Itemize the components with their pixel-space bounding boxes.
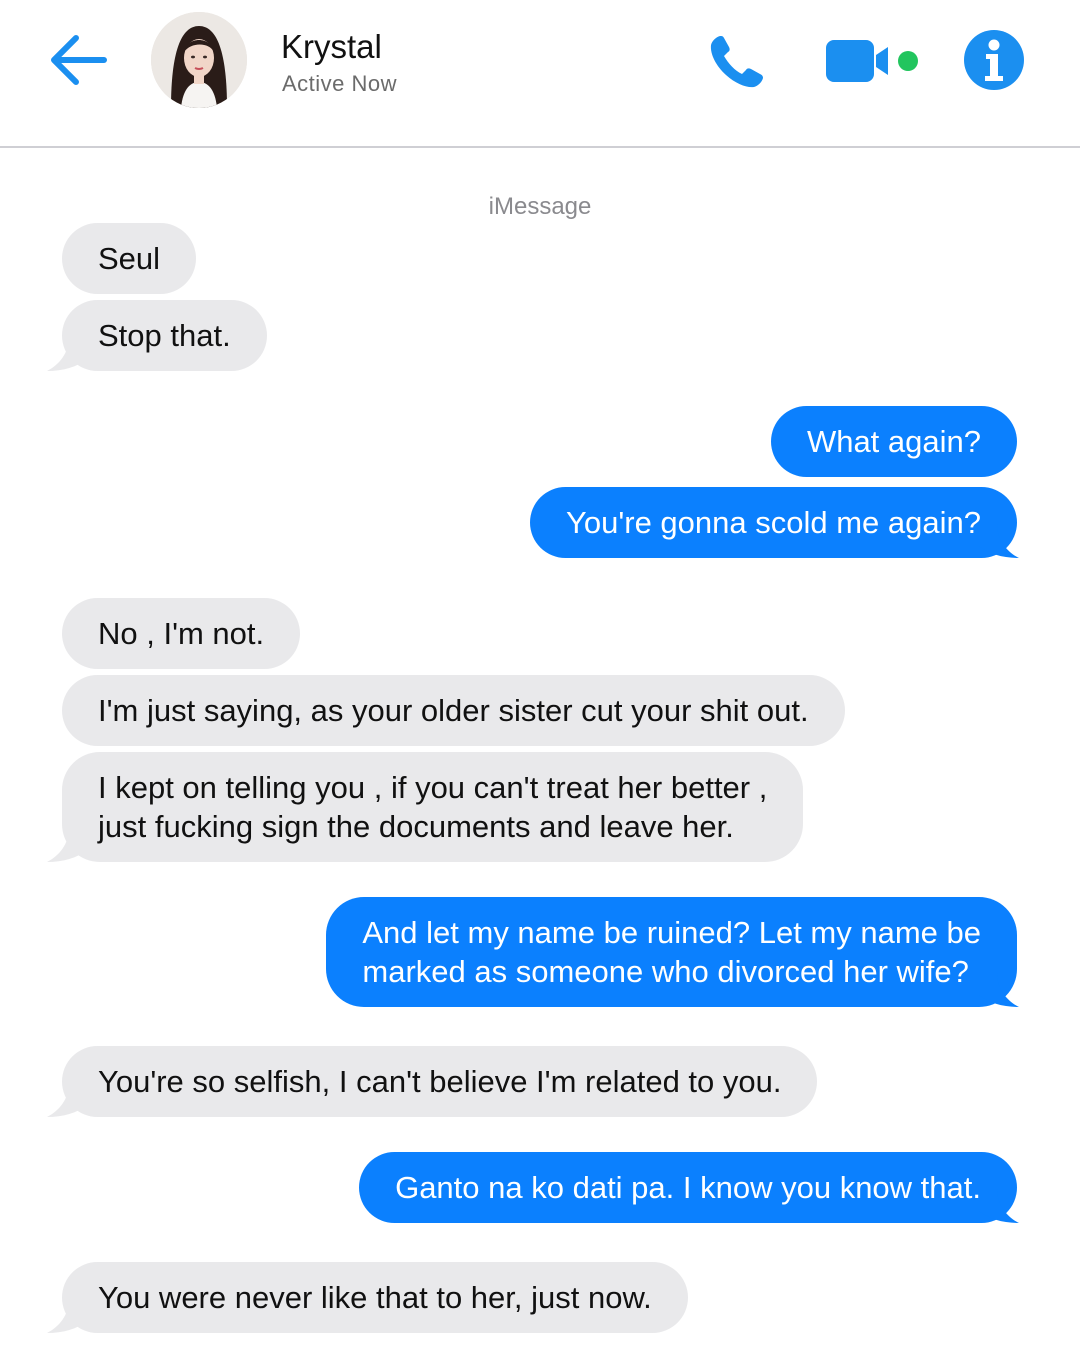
avatar-portrait — [151, 12, 247, 108]
message-text: I'm just saying, as your older sister cu… — [98, 693, 809, 728]
incoming-message-bubble[interactable]: No , I'm not. — [62, 598, 301, 669]
incoming-bubble-tail — [47, 337, 87, 371]
message-text: I kept on telling you , if you can't tre… — [98, 770, 768, 805]
incoming-bubble-tail — [47, 1083, 87, 1117]
message-text: Seul — [98, 241, 161, 276]
message-text: just fucking sign the documents and leav… — [98, 809, 734, 844]
message-text: You're so selfish, I can't believe I'm r… — [98, 1064, 782, 1099]
outgoing-bubble-tail — [979, 524, 1019, 558]
message-text: marked as someone who divorced her wife? — [362, 954, 969, 989]
outgoing-message-bubble[interactable]: What again? — [770, 406, 1017, 477]
message-text: Stop that. — [98, 318, 231, 353]
outgoing-bubble-tail — [979, 1189, 1019, 1223]
message-text: And let my name be ruined? Let my name b… — [362, 915, 981, 950]
message-text: No , I'm not. — [98, 616, 265, 651]
info-icon[interactable] — [962, 28, 1026, 92]
message-text: You're gonna scold me again? — [566, 505, 981, 540]
incoming-message-bubble[interactable]: Stop that. — [62, 300, 267, 371]
outgoing-message-bubble[interactable]: Ganto na ko dati pa. I know you know tha… — [359, 1152, 1017, 1223]
incoming-message-bubble[interactable]: I kept on telling you , if you can't tre… — [62, 752, 804, 862]
service-label: iMessage — [488, 193, 592, 220]
message-text: What again? — [806, 424, 981, 459]
outgoing-bubble-tail — [979, 973, 1019, 1007]
phone-icon[interactable] — [706, 30, 768, 92]
incoming-bubble-tail — [47, 828, 87, 862]
conversation-header: Krystal Active Now — [0, 0, 1080, 148]
incoming-message-bubble[interactable]: You were never like that to her, just no… — [62, 1262, 688, 1333]
outgoing-message-bubble[interactable]: You're gonna scold me again? — [530, 487, 1017, 558]
outgoing-message-bubble[interactable]: And let my name be ruined? Let my name b… — [326, 897, 1017, 1007]
incoming-message-bubble[interactable]: I'm just saying, as your older sister cu… — [62, 675, 845, 746]
incoming-message-bubble[interactable]: Seul — [62, 223, 197, 294]
incoming-bubble-tail — [47, 1299, 87, 1333]
message-text: Ganto na ko dati pa. I know you know tha… — [395, 1170, 981, 1205]
message-text: You were never like that to her, just no… — [98, 1280, 652, 1315]
contact-name: Krystal — [281, 28, 382, 65]
contact-status: Active Now — [282, 71, 398, 96]
contact-avatar[interactable] — [151, 12, 247, 108]
online-indicator-icon — [898, 51, 918, 71]
incoming-message-bubble[interactable]: You're so selfish, I can't believe I'm r… — [62, 1046, 818, 1117]
back-arrow-icon[interactable] — [46, 30, 110, 90]
video-camera-icon[interactable] — [824, 38, 922, 84]
